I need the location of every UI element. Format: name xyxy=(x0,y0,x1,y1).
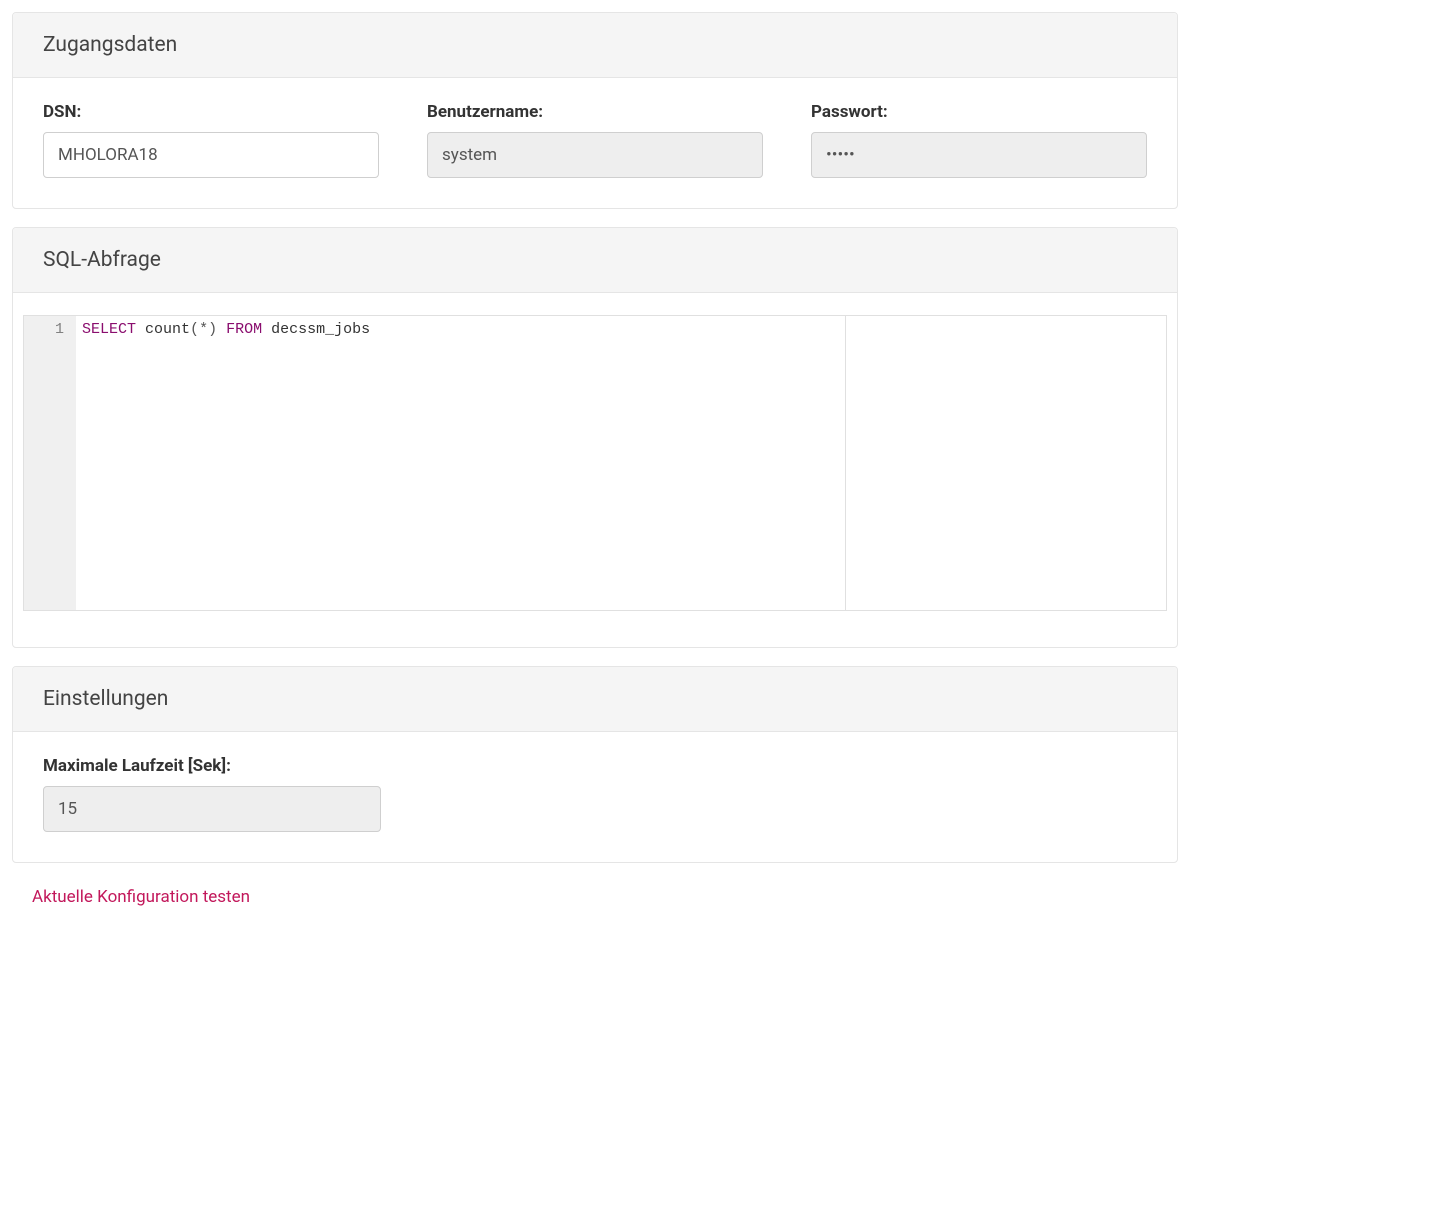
panel-settings: Einstellungen Maximale Laufzeit [Sek]: xyxy=(12,666,1178,863)
sql-token-count: count xyxy=(145,321,190,338)
sql-token-select: SELECT xyxy=(82,321,136,338)
username-input[interactable] xyxy=(427,132,763,178)
panel-sql: SQL-Abfrage 1 SELECT count(*) FROM decss… xyxy=(12,227,1178,648)
sql-code-area: SELECT count(*) FROM decssm_jobs xyxy=(76,316,1166,610)
sql-line-number: 1 xyxy=(24,319,64,340)
panel-credentials-title: Zugangsdaten xyxy=(13,13,1177,78)
maxtime-label: Maximale Laufzeit [Sek]: xyxy=(43,756,381,776)
panel-credentials-body: DSN: Benutzername: Passwort: xyxy=(13,78,1177,208)
sql-code-content[interactable]: SELECT count(*) FROM decssm_jobs xyxy=(76,316,846,610)
password-label: Passwort: xyxy=(811,102,1147,122)
field-dsn: DSN: xyxy=(43,102,379,178)
test-configuration-link[interactable]: Aktuelle Konfiguration testen xyxy=(12,881,270,917)
sql-code-side xyxy=(846,316,1162,610)
dsn-input[interactable] xyxy=(43,132,379,178)
panel-settings-body: Maximale Laufzeit [Sek]: xyxy=(13,732,1177,862)
dsn-label: DSN: xyxy=(43,102,379,122)
username-label: Benutzername: xyxy=(427,102,763,122)
sql-token-rparen: ) xyxy=(208,321,217,338)
field-username: Benutzername: xyxy=(427,102,763,178)
sql-editor[interactable]: 1 SELECT count(*) FROM decssm_jobs xyxy=(23,315,1167,611)
sql-token-from: FROM xyxy=(226,321,262,338)
panel-sql-body: 1 SELECT count(*) FROM decssm_jobs xyxy=(13,293,1177,647)
sql-token-star: * xyxy=(199,321,208,338)
panel-settings-title: Einstellungen xyxy=(13,667,1177,732)
password-input[interactable] xyxy=(811,132,1147,178)
sql-token-lparen: ( xyxy=(190,321,199,338)
panel-sql-title: SQL-Abfrage xyxy=(13,228,1177,293)
credentials-row: DSN: Benutzername: Passwort: xyxy=(43,102,1147,178)
sql-token-table: decssm_jobs xyxy=(271,321,370,338)
field-password: Passwort: xyxy=(811,102,1147,178)
sql-gutter: 1 xyxy=(24,316,76,610)
maxtime-input[interactable] xyxy=(43,786,381,832)
field-maxtime: Maximale Laufzeit [Sek]: xyxy=(43,756,381,832)
panel-credentials: Zugangsdaten DSN: Benutzername: Passwort… xyxy=(12,12,1178,209)
